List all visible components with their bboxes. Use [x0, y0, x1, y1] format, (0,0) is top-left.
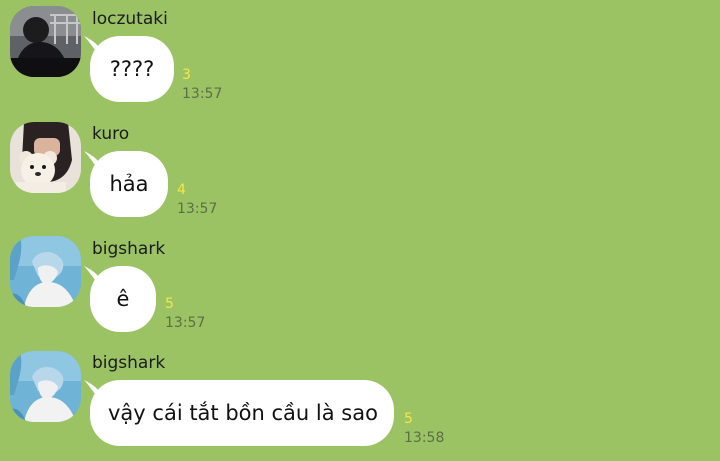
teddy-bear-person-avatar-icon: [10, 122, 81, 193]
message-bubble[interactable]: vậy cái tắt bồn cầu là sao: [90, 380, 394, 446]
message-bubble[interactable]: ê: [90, 266, 156, 332]
message-text: ????: [109, 57, 155, 81]
blue-hair-person-avatar-icon: [10, 351, 81, 422]
unread-count: 4: [177, 182, 186, 198]
message-time: 13:57: [182, 86, 223, 102]
dark-silhouette-avatar-icon: [10, 6, 81, 77]
sender-name: bigshark: [92, 353, 166, 373]
message-time: 13:58: [404, 430, 445, 446]
sender-name: bigshark: [92, 239, 166, 259]
blue-hair-person-avatar-icon: [10, 236, 81, 307]
message-text: vậy cái tắt bồn cầu là sao: [108, 401, 378, 425]
message-time: 13:57: [177, 201, 218, 217]
avatar[interactable]: [10, 351, 81, 422]
unread-count: 5: [404, 411, 413, 427]
sender-name: kuro: [92, 124, 130, 144]
message-bubble[interactable]: ????: [90, 36, 174, 102]
unread-count: 5: [165, 296, 174, 312]
message-bubble[interactable]: hảa: [90, 151, 168, 217]
chat-message-list[interactable]: loczutaki ???? 3 13:57 kuro hảa 4 13:57 …: [0, 0, 720, 461]
message-text: ê: [116, 287, 130, 311]
message-text: hảa: [109, 172, 149, 196]
message-time: 13:57: [165, 315, 206, 331]
avatar[interactable]: [10, 122, 81, 193]
avatar[interactable]: [10, 6, 81, 77]
unread-count: 3: [182, 67, 191, 83]
sender-name: loczutaki: [92, 9, 168, 29]
avatar[interactable]: [10, 236, 81, 307]
